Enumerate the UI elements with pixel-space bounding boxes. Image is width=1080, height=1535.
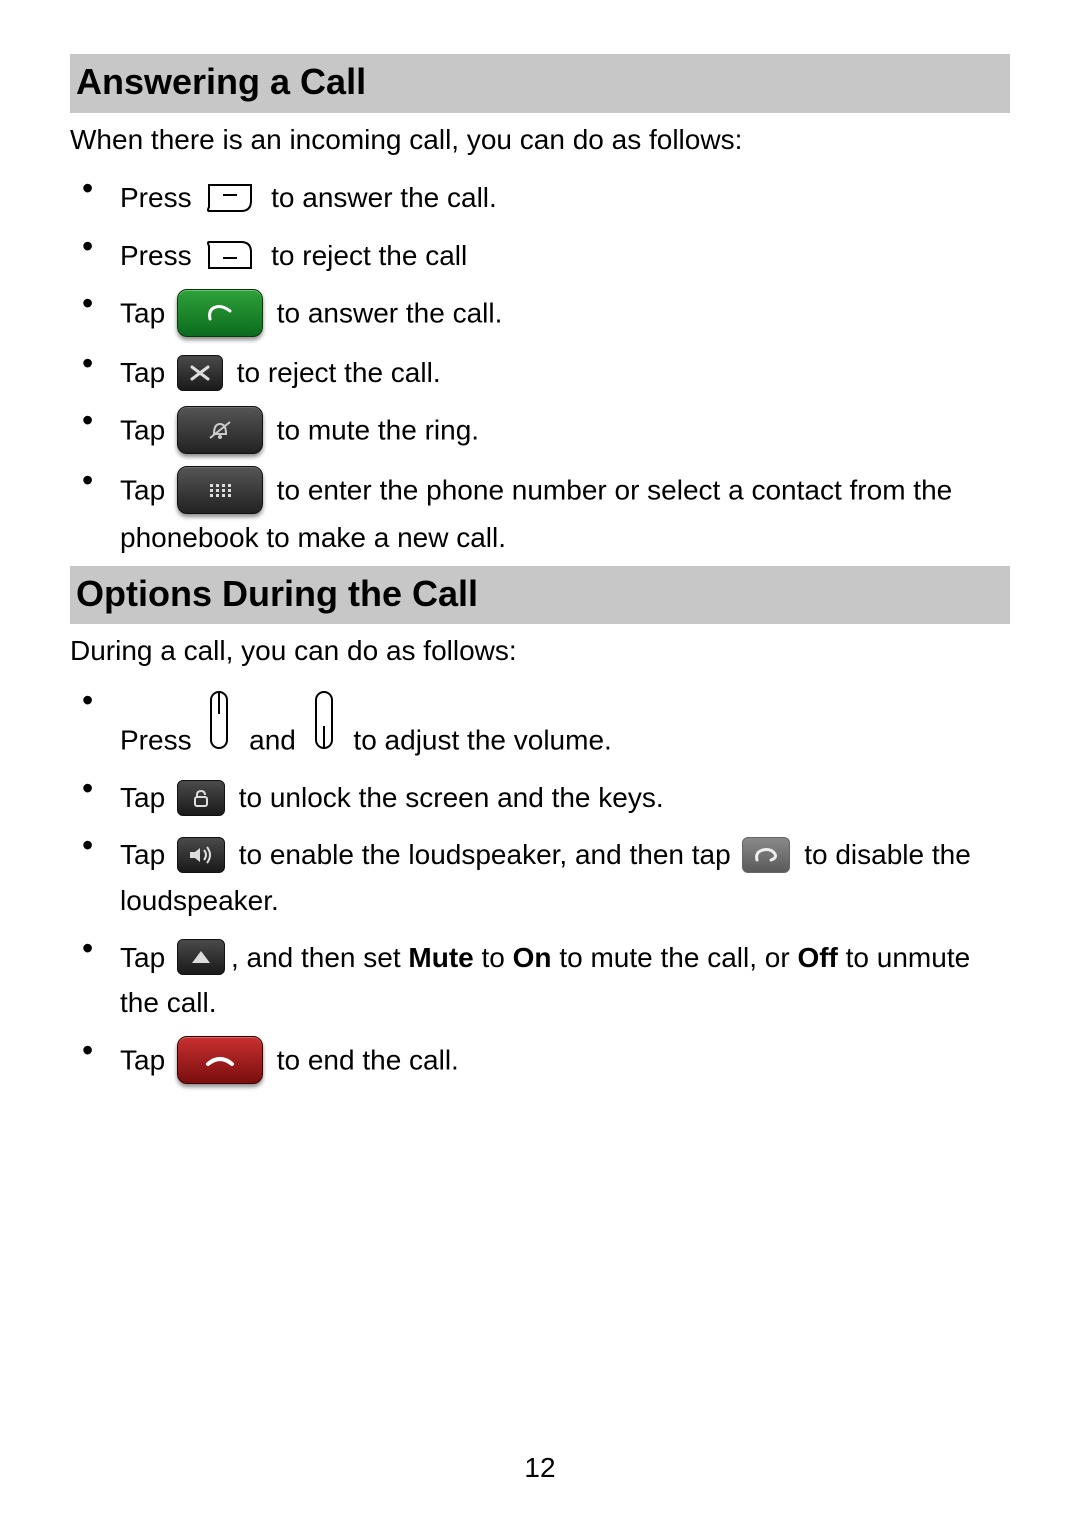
body-text: to mute the call, or: [552, 942, 798, 973]
instruction-item: Tap to enable the loudspeaker, and then …: [114, 825, 1010, 928]
emphasis-text: On: [513, 942, 552, 973]
send-key-icon[interactable]: [203, 181, 257, 215]
instruction-item: Press to reject the call: [114, 226, 1010, 283]
body-text: to mute the ring.: [269, 415, 479, 446]
body-text: to adjust the volume.: [346, 725, 612, 756]
body-text: Tap: [120, 839, 173, 870]
speaker-off-btn-icon[interactable]: [742, 837, 790, 873]
body-text: Tap: [120, 1045, 173, 1076]
instruction-item: Tap to reject the call.: [114, 343, 1010, 400]
body-text: to unlock the screen and the keys.: [231, 782, 664, 813]
body-text: to reject the call: [263, 240, 467, 271]
body-text: to answer the call.: [263, 182, 496, 213]
body-text: Tap: [120, 942, 173, 973]
options-btn-icon[interactable]: [177, 939, 225, 975]
body-text: Press: [120, 182, 199, 213]
body-text: to reject the call.: [229, 357, 441, 388]
instruction-item: Press to answer the call.: [114, 168, 1010, 225]
dialpad-btn-icon[interactable]: [177, 466, 263, 514]
section-heading: Answering a Call: [70, 54, 1010, 113]
page-number: 12: [0, 1449, 1080, 1487]
emphasis-text: Off: [797, 942, 837, 973]
manual-page: Answering a Call When there is an incomin…: [0, 0, 1080, 1535]
instruction-item: Tap , and then set Mute to On to mute th…: [114, 928, 1010, 1031]
mute-btn-icon[interactable]: [177, 406, 263, 454]
body-text: and: [241, 725, 303, 756]
body-text: Tap: [120, 297, 173, 328]
instruction-item: Press and to adjust the volume.: [114, 680, 1010, 768]
section-intro: During a call, you can do as follows:: [70, 632, 1010, 670]
section-intro: When there is an incoming call, you can …: [70, 121, 1010, 159]
body-text: to answer the call.: [269, 297, 502, 328]
end-key-icon[interactable]: [203, 238, 257, 272]
instruction-list: Press to answer the call.Press to reject…: [70, 168, 1010, 565]
body-text: Press: [120, 725, 199, 756]
reject-btn-icon[interactable]: [177, 355, 223, 391]
body-text: Tap: [120, 415, 173, 446]
body-text: to: [474, 942, 513, 973]
body-text: Tap: [120, 782, 173, 813]
body-text: Tap: [120, 475, 173, 506]
instruction-item: Tap to answer the call.: [114, 283, 1010, 343]
answer-btn-icon[interactable]: [177, 289, 263, 337]
instruction-list: Press and to adjust the volume.Tap to un…: [70, 680, 1010, 1090]
voldown-icon[interactable]: [308, 686, 340, 762]
instruction-item: Tap to unlock the screen and the keys.: [114, 768, 1010, 825]
instruction-item: Tap to enter the phone number or select …: [114, 460, 1010, 565]
speaker-on-btn-icon[interactable]: [177, 837, 225, 873]
body-text: , and then set: [231, 942, 408, 973]
body-text: Tap: [120, 357, 173, 388]
section-heading: Options During the Call: [70, 566, 1010, 625]
body-text: to end the call.: [269, 1045, 459, 1076]
body-text: to enable the loudspeaker, and then tap: [231, 839, 739, 870]
emphasis-text: Mute: [408, 942, 473, 973]
volup-icon[interactable]: [203, 686, 235, 762]
instruction-item: Tap to mute the ring.: [114, 400, 1010, 460]
unlock-btn-icon[interactable]: [177, 780, 225, 816]
endcall-btn-icon[interactable]: [177, 1036, 263, 1084]
body-text: Press: [120, 240, 199, 271]
instruction-item: Tap to end the call.: [114, 1030, 1010, 1090]
